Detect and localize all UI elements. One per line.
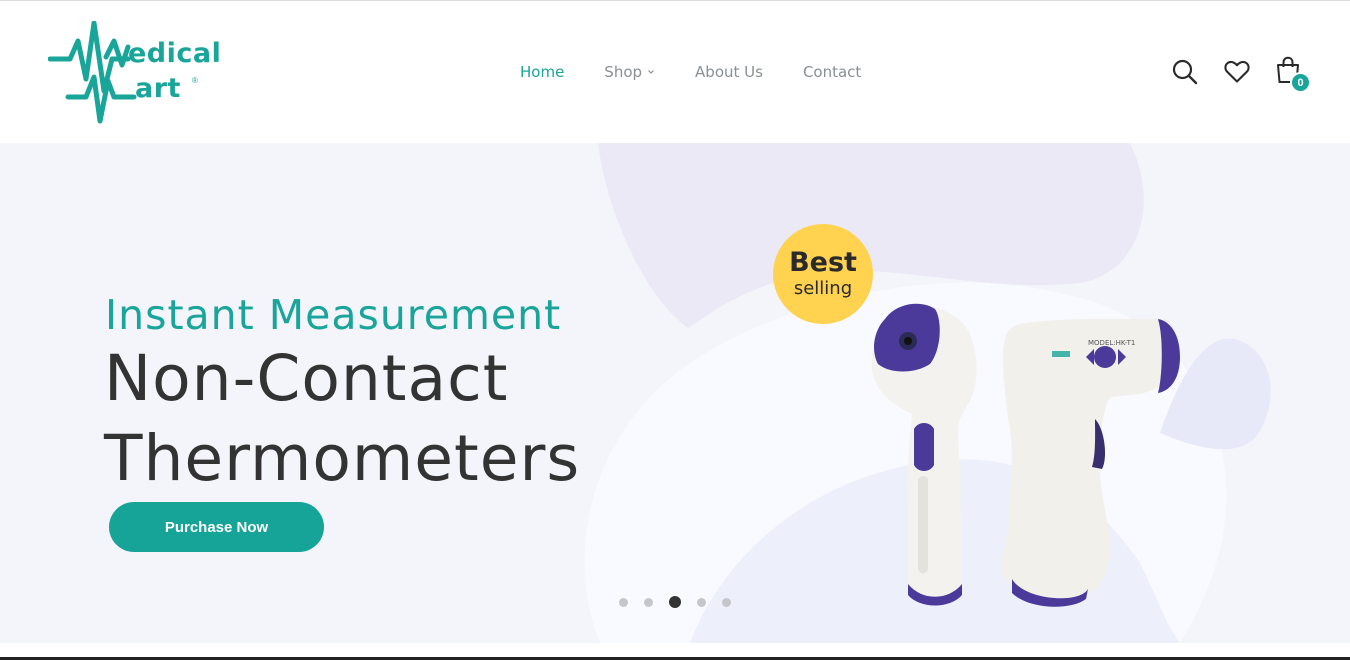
purchase-now-button[interactable]: Purchase Now [109,502,324,552]
hero-subtitle: Instant Measurement [105,291,562,339]
hero-slider: Instant Measurement Non-Contact Thermome… [0,143,1350,643]
slider-dot-1[interactable] [619,597,628,607]
hero-title-line-2: Thermometers [104,422,581,495]
brand-logo[interactable]: edical art ® [48,21,228,125]
nav-home[interactable]: Home [520,63,564,81]
thermometer-product-image[interactable]: MODEL:HK-T1 [860,279,1190,609]
cart-count-badge: 0 [1290,72,1311,93]
logo-text-medical: edical [128,38,222,69]
product-model-label: MODEL:HK-T1 [1088,339,1135,347]
chevron-down-icon [648,70,654,74]
nav-home-label: Home [520,63,565,81]
hero-title-line-1: Non-Contact [104,342,509,415]
slider-dot-5[interactable] [722,597,731,607]
search-icon [1172,59,1198,85]
slider-dot-3-active[interactable] [669,596,681,608]
badge-line-2: selling [793,278,853,299]
hero-title: Non-Contact Thermometers [104,339,580,499]
main-nav: Home Shop About Us Contact [520,63,901,81]
nav-shop[interactable]: Shop [604,63,655,81]
nav-contact-label: Contact [802,63,862,81]
slider-dot-4[interactable] [697,597,706,607]
search-button[interactable] [1171,58,1199,91]
nav-about[interactable]: About Us [695,63,763,81]
slider-pagination [619,596,747,608]
heart-icon [1224,60,1250,83]
site-header: edical art ® Home Shop About Us Contact [0,1,1350,143]
registered-mark: ® [192,76,198,85]
nav-about-label: About Us [695,63,763,81]
nav-shop-label: Shop [604,63,643,81]
nav-contact[interactable]: Contact [803,63,861,81]
best-selling-badge: Best selling [773,224,873,324]
wishlist-button[interactable] [1224,60,1250,89]
badge-line-1: Best [789,247,857,278]
slider-dot-2[interactable] [644,597,653,607]
logo-text-mart: art [135,73,181,104]
